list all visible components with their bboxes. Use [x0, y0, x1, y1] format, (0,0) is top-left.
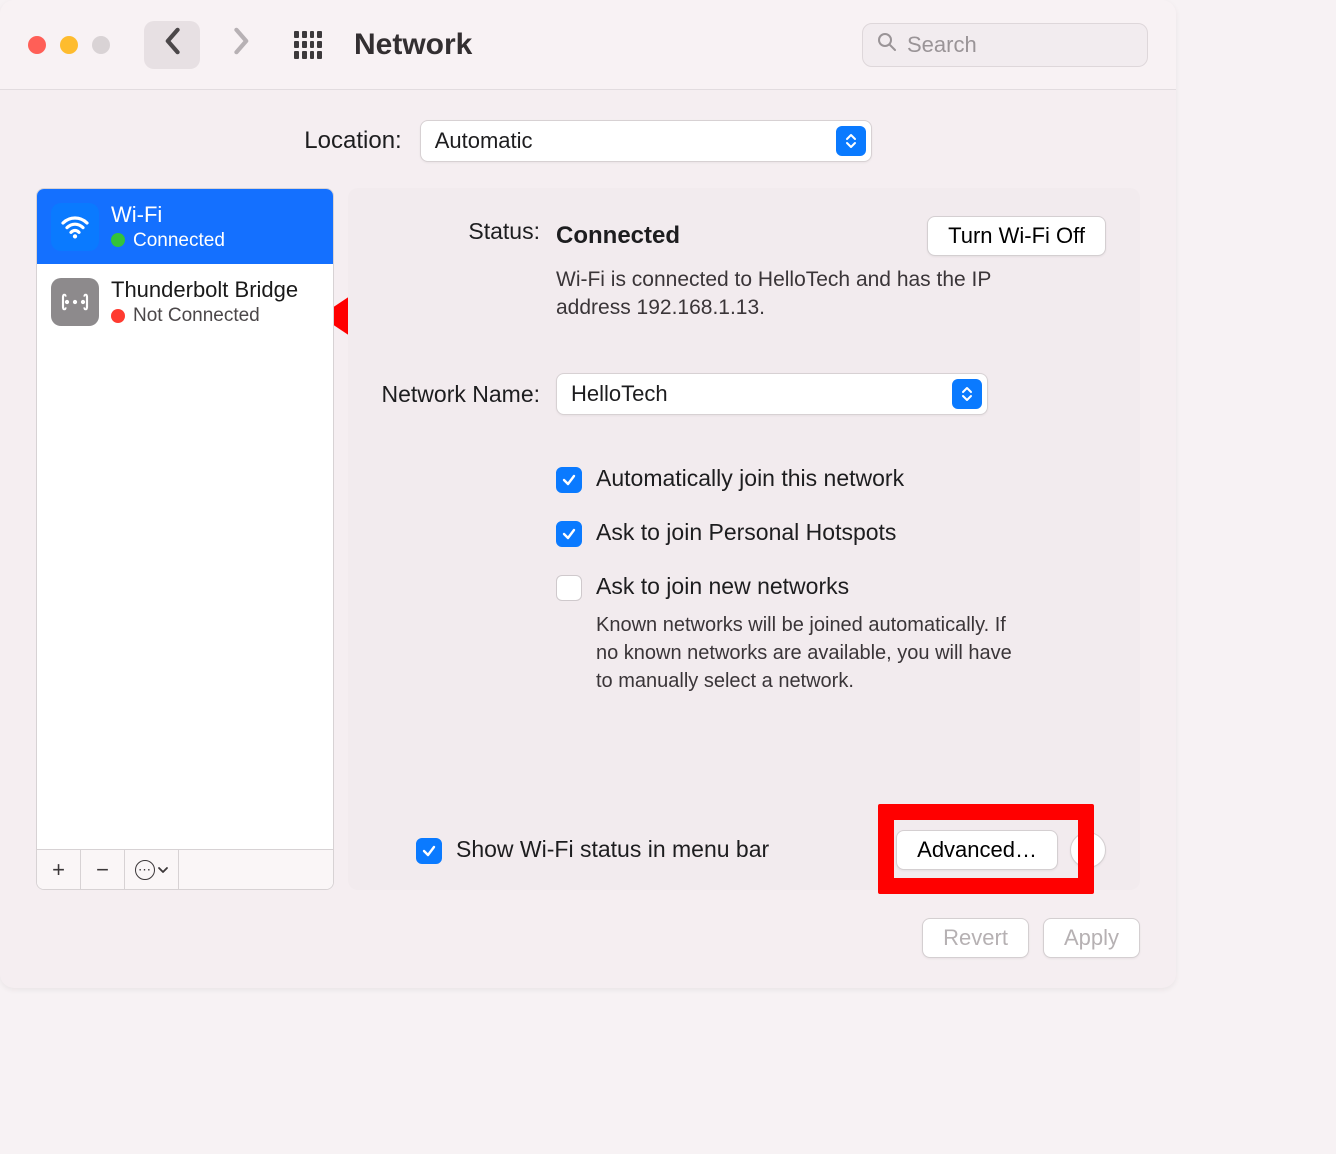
thunderbolt-bridge-icon [51, 278, 99, 326]
sidebar-item-name: Wi-Fi [111, 201, 225, 229]
show-all-icon[interactable] [294, 31, 322, 59]
revert-button[interactable]: Revert [922, 918, 1029, 958]
location-value: Automatic [435, 128, 533, 154]
interface-sidebar: Wi-Fi Connected Thunderbolt Bridge [36, 188, 334, 890]
traffic-lights [28, 36, 110, 54]
network-name-value: HelloTech [571, 381, 668, 407]
checkbox-icon [556, 575, 582, 601]
network-preferences-window: Network Location: Automatic [0, 0, 1176, 988]
plus-icon: + [52, 857, 65, 883]
search-icon [877, 32, 897, 58]
sidebar-footer-spacer [179, 850, 333, 889]
apply-button[interactable]: Apply [1043, 918, 1140, 958]
advanced-button[interactable]: Advanced… [896, 830, 1058, 870]
show-status-checkbox[interactable]: Show Wi-Fi status in menu bar [416, 836, 769, 864]
status-dot-icon [111, 309, 125, 323]
minimize-window-button[interactable] [60, 36, 78, 54]
chevron-right-icon [233, 27, 251, 63]
status-dot-icon [111, 233, 125, 247]
sidebar-item-status: Connected [133, 229, 225, 253]
status-value: Connected [556, 222, 680, 250]
interface-detail-panel: Status: Connected Turn Wi-Fi Off Wi-Fi i… [348, 188, 1140, 890]
updown-arrows-icon [952, 379, 982, 409]
sidebar-footer: + − ⋯ [37, 849, 333, 889]
content-area: Location: Automatic Wi-Fi [0, 90, 1176, 988]
show-status-label: Show Wi-Fi status in menu bar [456, 836, 769, 863]
ask-new-label: Ask to join new networks [596, 573, 849, 600]
ask-hotspot-label: Ask to join Personal Hotspots [596, 519, 896, 546]
close-window-button[interactable] [28, 36, 46, 54]
updown-arrows-icon [836, 126, 866, 156]
remove-interface-button[interactable]: − [81, 850, 125, 889]
sidebar-item-name: Thunderbolt Bridge [111, 276, 298, 304]
sidebar-item-thunderbolt-bridge[interactable]: Thunderbolt Bridge Not Connected [37, 264, 333, 339]
ask-new-checkbox[interactable]: Ask to join new networks [556, 573, 1106, 601]
location-select[interactable]: Automatic [420, 120, 872, 162]
network-name-select[interactable]: HelloTech [556, 373, 988, 415]
maximize-window-button[interactable] [92, 36, 110, 54]
ellipsis-circle-icon: ⋯ [135, 860, 155, 880]
bottom-button-bar: Revert Apply [36, 918, 1140, 958]
search-input[interactable] [907, 32, 1133, 58]
interface-list: Wi-Fi Connected Thunderbolt Bridge [37, 189, 333, 849]
forward-button[interactable] [214, 21, 270, 69]
checkbox-icon [416, 838, 442, 864]
turn-wifi-off-button[interactable]: Turn Wi-Fi Off [927, 216, 1106, 256]
help-button[interactable]: ? [1070, 832, 1106, 868]
chevron-left-icon [163, 27, 181, 63]
known-networks-description: Known networks will be joined automatica… [596, 611, 1016, 695]
auto-join-checkbox[interactable]: Automatically join this network [556, 465, 1106, 493]
location-label: Location: [304, 127, 401, 155]
search-field[interactable] [862, 23, 1148, 67]
checkbox-icon [556, 467, 582, 493]
sidebar-item-wifi[interactable]: Wi-Fi Connected [37, 189, 333, 264]
minus-icon: − [96, 857, 109, 883]
status-label: Status: [374, 216, 540, 245]
ask-hotspot-checkbox[interactable]: Ask to join Personal Hotspots [556, 519, 1106, 547]
back-button[interactable] [144, 21, 200, 69]
window-title: Network [354, 28, 472, 62]
wifi-icon [51, 203, 99, 251]
location-row: Location: Automatic [36, 120, 1140, 162]
more-options-button[interactable]: ⋯ [125, 850, 179, 889]
status-description: Wi-Fi is connected to HelloTech and has … [556, 266, 1006, 323]
add-interface-button[interactable]: + [37, 850, 81, 889]
auto-join-label: Automatically join this network [596, 465, 904, 492]
sidebar-item-status: Not Connected [133, 304, 260, 328]
chevron-down-icon [157, 866, 169, 874]
titlebar: Network [0, 0, 1176, 90]
network-name-label: Network Name: [374, 379, 540, 408]
checkbox-icon [556, 521, 582, 547]
